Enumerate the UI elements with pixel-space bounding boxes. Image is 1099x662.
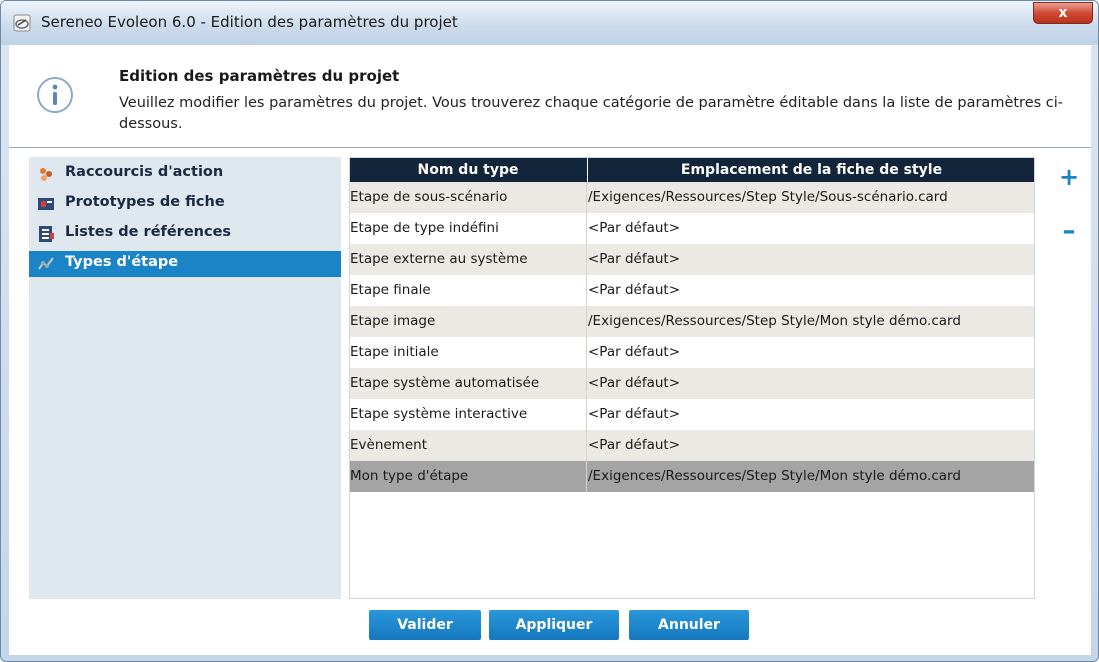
column-divider bbox=[586, 337, 587, 368]
cell-type-name: Etape système automatisée bbox=[350, 375, 540, 391]
cell-type-name: Etape image bbox=[350, 313, 436, 329]
cell-style-location: <Par défaut> bbox=[588, 282, 681, 298]
sidebar-item-label: Types d'étape bbox=[65, 254, 179, 270]
cell-style-location: <Par défaut> bbox=[588, 344, 681, 360]
column-divider bbox=[586, 213, 587, 244]
step-types-icon bbox=[38, 257, 54, 270]
cell-style-location: /Exigences/Ressources/Step Style/Mon sty… bbox=[588, 313, 961, 329]
cell-type-name: Etape externe au système bbox=[350, 251, 528, 267]
add-step-type-button[interactable]: + bbox=[1059, 165, 1079, 189]
sidebar-item-label: Listes de références bbox=[65, 224, 232, 240]
sidebar-item-action-shortcuts[interactable]: Raccourcis d'action bbox=[29, 161, 341, 187]
cell-style-location: <Par défaut> bbox=[588, 437, 681, 453]
valider-button[interactable]: Valider bbox=[369, 610, 481, 640]
cell-type-name: Etape finale bbox=[350, 282, 431, 298]
table-row[interactable]: Etape système automatisée <Par défaut> bbox=[350, 368, 1034, 399]
cell-type-name: Evènement bbox=[350, 437, 427, 453]
table-row[interactable]: Etape externe au système <Par défaut> bbox=[350, 244, 1034, 275]
table-row[interactable]: Evènement <Par défaut> bbox=[350, 430, 1034, 461]
dialog-header: Edition des paramètres du projet Veuille… bbox=[9, 45, 1091, 143]
table-row[interactable]: Etape de type indéfini <Par défaut> bbox=[350, 213, 1034, 244]
title-bar[interactable]: Sereneo Evoleon 6.0 - Edition des paramè… bbox=[1, 1, 1098, 45]
cell-type-name: Etape de sous-scénario bbox=[350, 189, 508, 205]
info-icon bbox=[37, 77, 73, 113]
dialog-window: Sereneo Evoleon 6.0 - Edition des paramè… bbox=[0, 0, 1099, 662]
main-panel: Raccourcis d'action Prototypes de fiche … bbox=[9, 149, 1091, 655]
app-icon bbox=[13, 14, 31, 32]
column-divider bbox=[586, 244, 587, 275]
column-divider bbox=[586, 399, 587, 430]
header-divider bbox=[9, 147, 1091, 148]
sidebar-item-reference-lists[interactable]: Listes de références bbox=[29, 221, 341, 247]
reference-lists-icon bbox=[39, 226, 54, 242]
column-divider bbox=[586, 182, 587, 213]
header-description: Veuillez modifier les paramètres du proj… bbox=[119, 95, 1064, 132]
sidebar-item-label: Raccourcis d'action bbox=[65, 164, 224, 180]
cell-style-location: /Exigences/Ressources/Step Style/Mon sty… bbox=[588, 468, 961, 484]
cell-type-name: Etape système interactive bbox=[350, 406, 528, 422]
cell-style-location: <Par défaut> bbox=[588, 375, 681, 391]
cell-style-location: <Par défaut> bbox=[588, 251, 681, 267]
dialog-content: Edition des paramètres du projet Veuille… bbox=[9, 45, 1091, 655]
appliquer-button[interactable]: Appliquer bbox=[489, 610, 619, 640]
cell-type-name: Mon type d'étape bbox=[350, 468, 469, 484]
table-header: Nom du type Emplacement de la fiche de s… bbox=[350, 158, 1034, 182]
annuler-button[interactable]: Annuler bbox=[629, 610, 749, 640]
card-prototypes-icon bbox=[38, 198, 54, 210]
table-row[interactable]: Etape système interactive <Par défaut> bbox=[350, 399, 1034, 430]
table-row[interactable]: Etape finale <Par défaut> bbox=[350, 275, 1034, 306]
remove-step-type-button[interactable]: – bbox=[1059, 218, 1079, 244]
column-divider bbox=[586, 430, 587, 461]
column-header-style-location[interactable]: Emplacement de la fiche de style bbox=[587, 158, 1035, 182]
sidebar-item-label: Prototypes de fiche bbox=[65, 194, 225, 210]
action-shortcuts-icon bbox=[40, 168, 52, 181]
sidebar-item-step-types[interactable]: Types d'étape bbox=[29, 251, 341, 277]
table-row-selected[interactable]: Mon type d'étape /Exigences/Ressources/S… bbox=[350, 461, 1034, 492]
header-title: Edition des paramètres du projet bbox=[119, 67, 400, 85]
window-title: Sereneo Evoleon 6.0 - Edition des paramè… bbox=[41, 13, 458, 31]
column-divider bbox=[586, 275, 587, 306]
column-divider bbox=[586, 306, 587, 337]
table-row[interactable]: Etape de sous-scénario /Exigences/Ressou… bbox=[350, 182, 1034, 213]
cell-style-location: /Exigences/Ressources/Step Style/Sous-sc… bbox=[588, 189, 948, 205]
table-row[interactable]: Etape image /Exigences/Ressources/Step S… bbox=[350, 306, 1034, 337]
sidebar-item-card-prototypes[interactable]: Prototypes de fiche bbox=[29, 191, 341, 217]
close-button[interactable]: x bbox=[1033, 2, 1093, 24]
table-row[interactable]: Etape initiale <Par défaut> bbox=[350, 337, 1034, 368]
cell-type-name: Etape initiale bbox=[350, 344, 439, 360]
cell-style-location: <Par défaut> bbox=[588, 406, 681, 422]
column-divider bbox=[586, 461, 587, 492]
step-types-table: Nom du type Emplacement de la fiche de s… bbox=[349, 157, 1035, 599]
cell-style-location: <Par défaut> bbox=[588, 220, 681, 236]
category-sidebar: Raccourcis d'action Prototypes de fiche … bbox=[29, 157, 341, 599]
column-divider bbox=[586, 368, 587, 399]
cell-type-name: Etape de type indéfini bbox=[350, 220, 499, 236]
column-header-type-name[interactable]: Nom du type bbox=[350, 158, 586, 182]
